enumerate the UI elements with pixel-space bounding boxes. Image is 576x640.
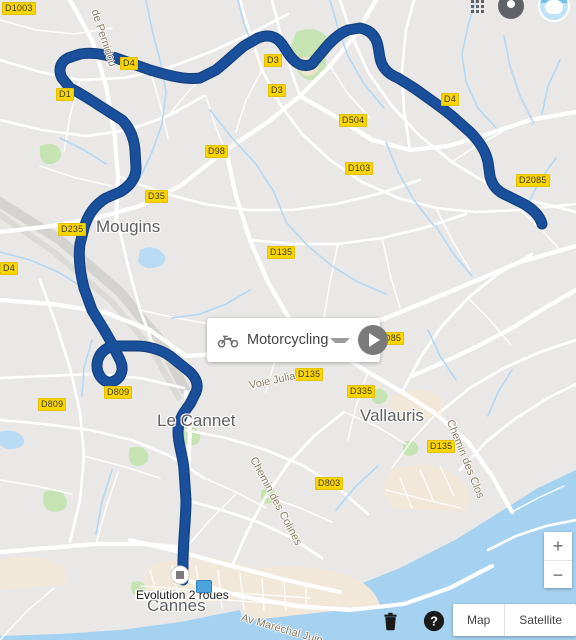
map-canvas[interactable]: D1003 D1 D4 D3 D3 D4 D504 D98 D103 D2085 D35 D235 D1… — [0, 0, 576, 640]
apps-grid-icon[interactable] — [471, 0, 484, 13]
zoom-out-button[interactable]: − — [544, 560, 572, 588]
street-label: Chemin des Clos — [443, 418, 487, 501]
map-view-button[interactable]: Map — [452, 604, 505, 636]
basemap-toggle[interactable]: Map Satellite — [452, 604, 576, 636]
place-label: Mougins — [96, 217, 161, 236]
zoom-control[interactable]: + − — [544, 532, 572, 588]
travel-mode-widget[interactable]: Motorcycling — [207, 318, 389, 362]
bottom-toolbar: ? Map Satellite — [0, 600, 576, 640]
chevron-down-icon[interactable] — [330, 337, 351, 343]
play-icon — [369, 333, 381, 347]
zoom-in-button[interactable]: + — [544, 532, 572, 560]
help-circle-icon[interactable]: ? — [423, 610, 445, 632]
avatar-face — [545, 0, 563, 14]
place-label: Le Cannet — [157, 411, 236, 430]
trash-icon[interactable] — [380, 611, 401, 632]
satellite-view-button[interactable]: Satellite — [504, 604, 576, 636]
poi-icon[interactable] — [196, 580, 212, 593]
street-label: Voie Julia — [248, 370, 297, 392]
motorcycle-icon — [217, 329, 239, 351]
travel-mode-label: Motorcycling — [247, 332, 329, 348]
user-avatar[interactable] — [538, 0, 570, 22]
header-icons[interactable] — [471, 0, 570, 22]
account-circle-icon[interactable] — [498, 0, 524, 19]
svg-text:?: ? — [430, 614, 438, 629]
street-label: de Pernidou — [88, 8, 119, 69]
place-label: Vallauris — [360, 406, 424, 425]
street-label: Chemin des Colines — [247, 455, 305, 548]
